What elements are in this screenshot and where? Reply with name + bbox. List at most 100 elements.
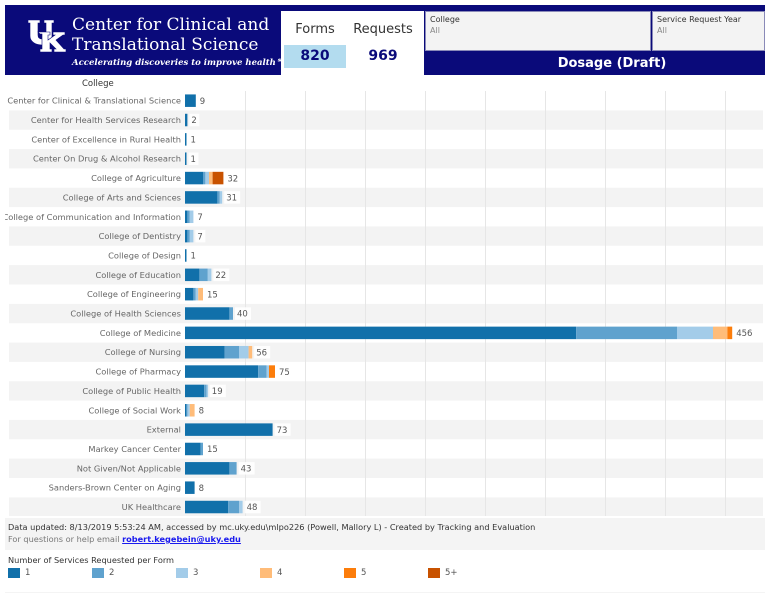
category-label: Center On Drug & Alcohol Research	[33, 154, 181, 164]
bar-segment-2[interactable]	[193, 287, 196, 301]
category-label: College of Pharmacy	[96, 367, 182, 377]
bar-segment-1[interactable]	[185, 500, 229, 514]
legend-item-3[interactable]: 3	[176, 568, 198, 578]
bar-segment-4[interactable]	[713, 326, 728, 340]
kpi-forms-value: 820	[284, 45, 346, 68]
help-email-link[interactable]: robert.kegebein@uky.edu	[122, 534, 241, 544]
year-filter-value[interactable]: All	[657, 26, 760, 35]
total-label: 31	[226, 194, 237, 204]
bar-segment-3[interactable]	[195, 287, 199, 301]
bar-segment-5[interactable]	[269, 365, 275, 378]
legend-label: 1	[25, 568, 31, 578]
brand-title: Center for Clinical and Translational Sc…	[72, 15, 269, 55]
bar-segment-4[interactable]	[248, 345, 253, 359]
legend-item-2[interactable]: 2	[92, 568, 114, 578]
brand-title-line1: Center for Clinical and	[72, 15, 270, 35]
bar-segment-1[interactable]	[185, 365, 259, 378]
bar-segment-1[interactable]	[185, 249, 187, 262]
bar-segment-1[interactable]	[185, 94, 196, 107]
bar-segment-1[interactable]	[185, 481, 195, 494]
total-label: 1	[191, 136, 196, 146]
bar-segment-3[interactable]	[239, 500, 243, 514]
bar-segment-2[interactable]	[224, 345, 239, 359]
bar-segment-3[interactable]	[219, 191, 223, 204]
bar-segment-2[interactable]	[187, 229, 190, 243]
bar-segment-3[interactable]	[239, 345, 249, 359]
legend-item-1[interactable]: 1	[8, 568, 30, 578]
bar-segment-2[interactable]	[576, 326, 677, 340]
college-column-header: College	[82, 79, 114, 89]
total-label: 456	[736, 329, 752, 339]
bar-segment-2[interactable]	[204, 384, 207, 398]
bar-segment-4[interactable]	[198, 287, 203, 301]
footer: Data updated: 8/13/2019 5:53:24 AM, acce…	[5, 518, 765, 593]
bar-segment-4[interactable]	[189, 404, 195, 417]
bar-segment-2[interactable]	[229, 462, 237, 475]
legend-item-5plus[interactable]: 5+	[428, 568, 458, 578]
bar-segment-3[interactable]	[189, 229, 194, 243]
bar-segment-1[interactable]	[185, 384, 205, 398]
bar-segment-1[interactable]	[185, 423, 273, 436]
dashboard-header: Center for Clinical and Translational Sc…	[5, 5, 765, 75]
bar-segment-1[interactable]	[185, 152, 187, 165]
year-filter[interactable]: Service Request Year All	[652, 11, 765, 51]
bar-segment-2[interactable]	[228, 500, 239, 514]
total-label: 1	[191, 252, 196, 262]
total-label: 15	[207, 290, 218, 300]
college-filter-value[interactable]: All	[430, 26, 646, 35]
bar-segment-1[interactable]	[185, 442, 201, 456]
legend-swatch	[428, 568, 440, 578]
bar-segment-1[interactable]	[185, 113, 188, 127]
bar-segment-2[interactable]	[200, 442, 203, 456]
bar-segment-1[interactable]	[185, 191, 218, 204]
help-prefix: For questions or help email	[8, 534, 123, 544]
bar-segment-1[interactable]	[185, 229, 188, 243]
bar-segment-1[interactable]	[185, 326, 577, 340]
bar-segment-4[interactable]	[209, 171, 213, 185]
kpi-requests-value: 969	[368, 48, 398, 64]
bar-segment-3[interactable]	[207, 268, 212, 282]
bar-segment-3[interactable]	[189, 210, 194, 224]
bar-segment-5[interactable]	[727, 326, 733, 340]
bar-segment-1[interactable]	[185, 462, 230, 475]
bar-segment-3[interactable]	[205, 171, 209, 185]
bar-segment-3[interactable]	[187, 404, 190, 417]
bar-segment-1[interactable]	[185, 210, 188, 224]
bar-segment-2[interactable]	[229, 307, 233, 320]
bar-segment-2[interactable]	[187, 210, 190, 224]
uk-logo-icon	[27, 19, 67, 52]
bar-segment-2[interactable]	[258, 365, 267, 378]
bar-segment-1[interactable]	[185, 345, 225, 359]
brand-tagline: Accelerating discoveries to improve heal…	[72, 58, 285, 68]
bar-segment-2[interactable]	[203, 171, 206, 185]
category-label: Not Given/Not Applicable	[77, 463, 181, 473]
bar-segment-1[interactable]	[185, 268, 200, 282]
category-label: UK Healthcare	[122, 502, 181, 512]
bar-segment-5plus[interactable]	[212, 171, 224, 185]
category-label: College of Arts and Sciences	[63, 192, 181, 202]
category-label: External	[147, 425, 181, 435]
college-filter-label: College	[430, 15, 460, 24]
bar-segment-1[interactable]	[185, 287, 194, 301]
data-updated-text: Data updated: 8/13/2019 5:53:24 AM, acce…	[8, 522, 536, 532]
legend-title: Number of Services Requested per Form	[8, 555, 175, 565]
total-label: 7	[197, 213, 202, 223]
legend-swatch	[176, 568, 188, 578]
bar-segment-3[interactable]	[266, 365, 269, 378]
legend-item-5[interactable]: 5	[344, 568, 366, 578]
bar-segment-2[interactable]	[217, 191, 220, 204]
total-label: 2	[191, 116, 196, 126]
legend-label: 5+	[445, 568, 458, 578]
college-filter[interactable]: College All	[425, 11, 651, 51]
bar-segment-2[interactable]	[199, 268, 208, 282]
bar-segment-3[interactable]	[677, 326, 713, 340]
bar-segment-1[interactable]	[185, 133, 187, 146]
bar-segment-3[interactable]	[206, 384, 209, 398]
bar-segment-1[interactable]	[185, 307, 230, 320]
bar-segment-1[interactable]	[185, 171, 203, 185]
total-label: 56	[256, 348, 267, 358]
legend-swatch	[260, 568, 272, 578]
total-label: 9	[200, 97, 205, 107]
legend-item-4[interactable]: 4	[260, 568, 282, 578]
category-label: College of Health Sciences	[70, 309, 181, 319]
